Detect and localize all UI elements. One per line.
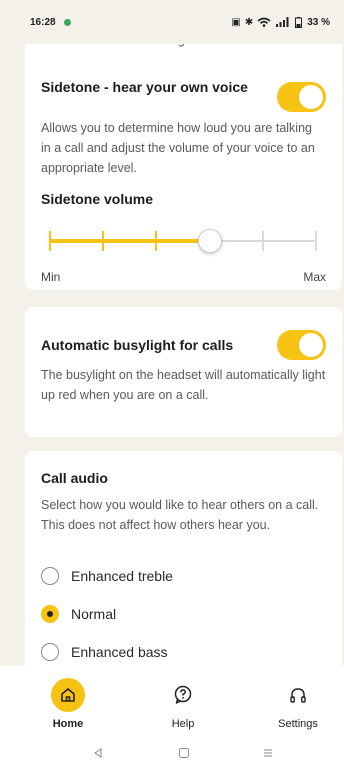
slider-max-label: Max: [303, 270, 326, 284]
nav-home-label: Home: [52, 718, 84, 730]
battery-percent: 33 %: [307, 16, 330, 28]
sidetone-title: Sidetone - hear your own voice: [41, 79, 248, 95]
call-audio-title: Call audio: [41, 470, 108, 486]
slider-tick: [261, 231, 264, 251]
sidetone-toggle[interactable]: [277, 82, 326, 112]
option-normal[interactable]: Normal: [41, 605, 116, 623]
slider-tick: [315, 231, 317, 251]
radio-button[interactable]: [41, 567, 59, 585]
system-home-button[interactable]: [178, 746, 190, 764]
bluetooth-icon: ✱: [244, 16, 253, 28]
sidetone-volume-label: Sidetone volume: [41, 191, 154, 207]
radio-button[interactable]: [41, 643, 59, 661]
sidetone-volume-slider[interactable]: [49, 226, 317, 256]
home-icon: [51, 678, 85, 712]
slider-tick: [102, 231, 105, 251]
sidetone-toggle-knob: [299, 85, 323, 109]
wifi-icon: [257, 17, 271, 27]
call-audio-card: Call audio Select how you would like to …: [25, 451, 342, 666]
sidetone-description: Allows you to determine how loud you are…: [41, 121, 315, 175]
busylight-toggle[interactable]: [277, 330, 326, 360]
nav-help-label: Help: [171, 718, 195, 730]
slider-tick: [155, 231, 158, 251]
option-label: Normal: [71, 606, 117, 622]
status-icons: ▣ ✱ 33 %: [231, 16, 330, 28]
busylight-card: Automatic busylight for calls The busyli…: [25, 307, 342, 437]
settings-scroll-area[interactable]: Reduces unwanted background sounds. Side…: [0, 30, 344, 666]
status-bar: 16:28 ▣ ✱ 33 %: [0, 0, 344, 44]
busylight-toggle-knob: [299, 333, 323, 357]
signal-icon: [276, 17, 289, 27]
nfc-icon: ▣: [231, 16, 241, 28]
nav-settings-label: Settings: [278, 718, 318, 730]
bottom-navigation: Home Help Settings: [0, 666, 344, 774]
slider-thumb[interactable]: [197, 229, 222, 253]
option-label: Enhanced treble: [71, 568, 173, 584]
option-enhanced-bass[interactable]: Enhanced bass: [41, 643, 168, 661]
notification-dot-icon: [63, 18, 71, 26]
system-navigation-bar: [0, 746, 344, 766]
busylight-description: The busylight on the headset will automa…: [41, 368, 326, 402]
slider-fill: [49, 239, 209, 243]
radio-button-selected[interactable]: [41, 605, 59, 623]
option-enhanced-treble[interactable]: Enhanced treble: [41, 567, 173, 585]
call-audio-description: Select how you would like to hear others…: [41, 498, 319, 532]
system-recents-button[interactable]: [262, 746, 274, 764]
system-back-button[interactable]: [92, 746, 104, 764]
slider-min-label: Min: [41, 270, 61, 284]
headset-icon: [281, 678, 315, 712]
help-icon: [166, 678, 200, 712]
nav-settings[interactable]: Settings: [258, 678, 338, 730]
status-time: 16:28: [30, 16, 56, 28]
battery-icon: [295, 16, 303, 28]
option-label: Enhanced bass: [71, 644, 168, 660]
nav-home[interactable]: Home: [28, 678, 108, 730]
slider-tick: [49, 231, 51, 251]
nav-help[interactable]: Help: [143, 678, 223, 730]
sidetone-card: Reduces unwanted background sounds. Side…: [25, 30, 342, 290]
busylight-title: Automatic busylight for calls: [41, 337, 234, 353]
